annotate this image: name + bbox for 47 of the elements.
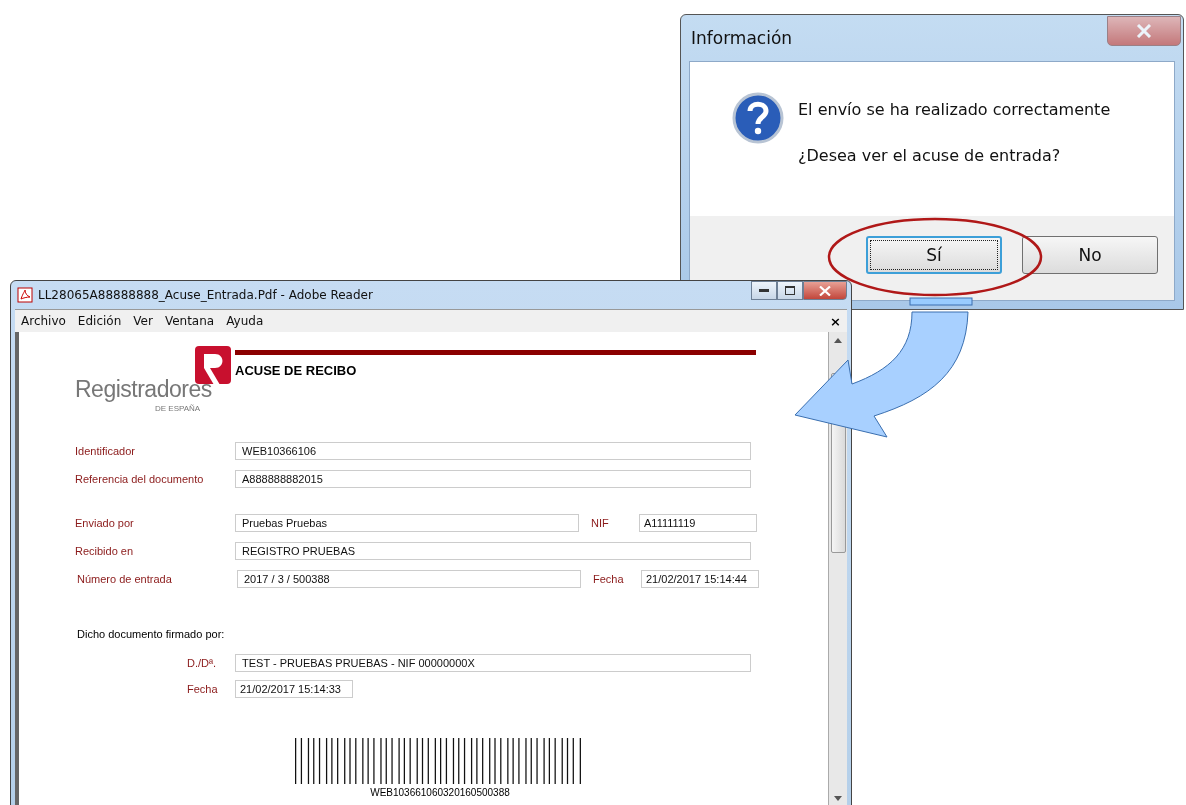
maximize-button[interactable] <box>777 281 803 300</box>
field-label: Identificador <box>75 445 136 457</box>
field-value: A888888882015 <box>235 470 751 488</box>
barcode-number: WEB103661060320160500388 <box>370 787 510 798</box>
field-value: Pruebas Pruebas <box>235 514 579 532</box>
document-heading: ACUSE DE RECIBO <box>235 363 358 378</box>
field-value: WEB10366106 <box>235 442 751 460</box>
window-title: LL28065A88888888_Acuse_Entrada.Pdf - Adobe Reader <box>38 288 373 302</box>
logo-text: Registradores <box>75 376 212 403</box>
section-label: Dicho documento firmado por: <box>77 628 226 640</box>
close-button[interactable] <box>803 281 847 300</box>
question-icon <box>732 92 784 144</box>
close-document-button[interactable]: × <box>830 313 841 329</box>
scroll-up-icon <box>834 338 842 343</box>
close-icon <box>819 285 831 296</box>
field-value: TEST - PRUEBAS PRUEBAS - NIF 00000000X <box>235 654 751 672</box>
dialog-question: ¿Desea ver el acuse de entrada? <box>798 146 1062 165</box>
field-value: 21/02/2017 15:14:44 <box>641 570 759 588</box>
menu-item[interactable]: Ayuda <box>226 314 264 328</box>
field-value: A11111119 <box>639 514 757 532</box>
logo-subtitle: DE ESPAÑA <box>155 404 201 413</box>
minimize-button[interactable] <box>751 281 777 300</box>
field-label: NIF <box>591 517 610 529</box>
maximize-icon <box>785 286 795 295</box>
field-label: Número de entrada <box>77 573 173 585</box>
menu-item[interactable]: Archivo <box>21 314 66 328</box>
field-label: Fecha <box>187 683 219 695</box>
field-label: D./Dª. <box>187 657 218 669</box>
close-button[interactable] <box>1107 16 1181 46</box>
minimize-icon <box>759 288 769 293</box>
field-value: 2017 / 3 / 500388 <box>237 570 581 588</box>
menu-item[interactable]: Edición <box>77 314 122 328</box>
dialog-button[interactable]: No <box>1022 236 1158 274</box>
field-label: Enviado por <box>75 517 135 529</box>
dialog-button[interactable]: Sí <box>866 236 1002 274</box>
field-label: Recibido en <box>75 545 135 557</box>
menu-item[interactable]: Ventana <box>164 314 215 328</box>
scroll-down-icon <box>834 796 842 801</box>
field-label: Fecha <box>593 573 625 585</box>
window-title: Información <box>691 28 793 48</box>
pdf-icon <box>17 287 33 303</box>
dialog-message: El envío se ha realizado correctamente <box>798 100 1111 119</box>
close-icon <box>1136 24 1152 38</box>
field-label: Referencia del documento <box>75 473 205 485</box>
field-value: 21/02/2017 15:14:33 <box>235 680 353 698</box>
menu-item[interactable]: Ver <box>133 314 153 328</box>
field-value: REGISTRO PRUEBAS <box>235 542 751 560</box>
